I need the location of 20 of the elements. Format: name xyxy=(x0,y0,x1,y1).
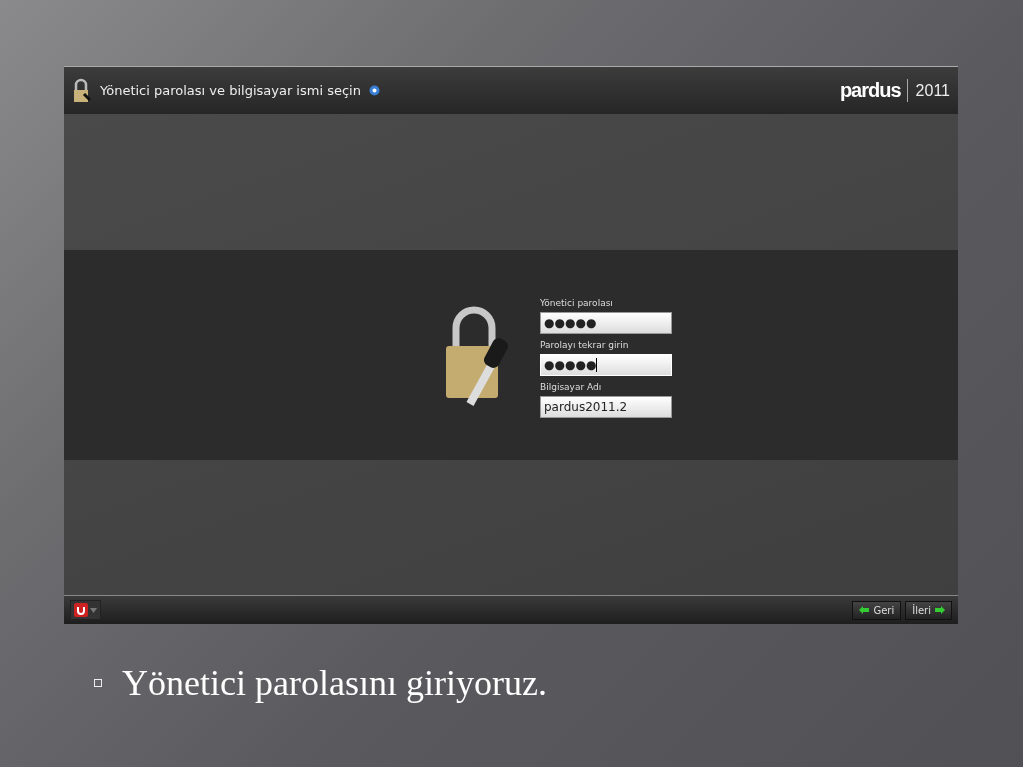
padlock-icon xyxy=(72,77,92,104)
nav-button[interactable]: Geri xyxy=(852,600,902,620)
field-label: Bilgisayar Adı xyxy=(540,381,603,392)
year-text: 2011 xyxy=(915,81,950,100)
help-icon[interactable] xyxy=(368,85,380,96)
logo-text: pardus xyxy=(839,79,908,102)
left-arrow-icon xyxy=(859,606,870,614)
nav-button[interactable]: İleri xyxy=(905,600,952,620)
bullet-icon xyxy=(94,679,102,687)
power-button[interactable] xyxy=(70,600,101,620)
field-label: Parolayı tekrar girin xyxy=(540,339,630,350)
window-title: Yönetici parolası ve bilgisayar ismi seçin xyxy=(100,83,361,98)
input-field[interactable]: pardus2011.2 xyxy=(540,395,672,418)
caret-icon xyxy=(90,607,97,613)
input-field[interactable]: ●●●●● xyxy=(540,311,672,334)
right-arrow-icon xyxy=(935,606,945,614)
power-icon xyxy=(74,603,88,617)
input-field[interactable]: ●●●●● xyxy=(540,353,672,376)
bullet-text: Yönetici parolasını giriyoruz. xyxy=(122,662,547,704)
field-label: Yönetici parolası xyxy=(540,297,614,308)
